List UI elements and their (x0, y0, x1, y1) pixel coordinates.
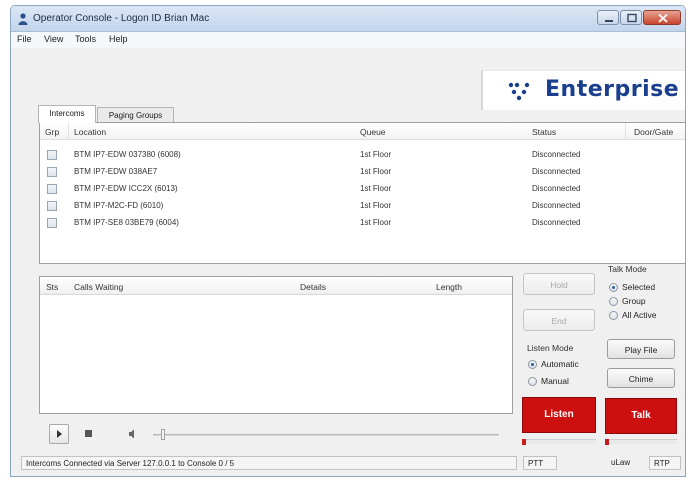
column-header-details[interactable]: Details (300, 282, 326, 292)
grp-checkbox[interactable] (47, 167, 57, 177)
location-cell: BTM IP7-EDW 038AE7 (74, 167, 158, 176)
column-header-grp[interactable]: Grp (45, 127, 59, 137)
listen-button[interactable]: Listen (522, 397, 596, 433)
talk-mode-group-label[interactable]: Group (622, 296, 646, 306)
menu-help[interactable]: Help (109, 34, 128, 44)
column-separator (625, 123, 626, 140)
queue-cell: 1st Floor (360, 218, 392, 227)
talk-button[interactable]: Talk (605, 398, 677, 434)
menu-bar: File View Tools Help (11, 32, 685, 48)
status-message: Intercoms Connected via Server 127.0.0.1… (21, 456, 517, 470)
talk-mode-selected-radio[interactable] (609, 283, 618, 292)
enterprise-logo: Enterprise (481, 70, 685, 110)
status-bar: Intercoms Connected via Server 127.0.0.1… (11, 454, 685, 472)
table-row[interactable]: BTM IP7-EDW 037380 (6008) 1st Floor Disc… (40, 147, 685, 164)
column-header-location[interactable]: Location (74, 127, 106, 137)
menu-view[interactable]: View (44, 34, 63, 44)
playback-slider-handle[interactable] (161, 429, 165, 440)
codec-indicator: uLaw (611, 458, 631, 467)
table-row[interactable]: BTM IP7-EDW ICC2X (6013) 1st Floor Disco… (40, 181, 685, 198)
status-cell: Disconnected (532, 150, 581, 159)
talk-level-indicator (605, 439, 609, 445)
title-bar[interactable]: Operator Console - Logon ID Brian Mac (11, 6, 685, 32)
media-controls (49, 424, 509, 450)
listen-mode-automatic-radio[interactable] (528, 360, 537, 369)
play-icon (57, 430, 62, 438)
queue-cell: 1st Floor (360, 150, 392, 159)
status-cell: Disconnected (532, 167, 581, 176)
column-header-calls-waiting[interactable]: Calls Waiting (74, 282, 123, 292)
status-cell: Disconnected (532, 218, 581, 227)
calls-table-header: Sts Calls Waiting Details Length (40, 277, 512, 295)
tab-paging-groups[interactable]: Paging Groups (97, 107, 174, 123)
grp-checkbox[interactable] (47, 218, 57, 228)
logo-mark-icon (508, 82, 530, 101)
close-icon (658, 13, 668, 23)
close-button[interactable] (643, 10, 681, 25)
location-cell: BTM IP7-EDW ICC2X (6013) (74, 184, 178, 193)
operator-console-window: Operator Console - Logon ID Brian Mac Fi… (10, 5, 686, 477)
status-cell: Disconnected (532, 184, 581, 193)
column-header-status[interactable]: Status (532, 127, 556, 137)
grp-checkbox[interactable] (47, 201, 57, 211)
queue-cell: 1st Floor (360, 184, 392, 193)
queue-cell: 1st Floor (360, 201, 392, 210)
listen-level-meter (522, 439, 596, 445)
play-button[interactable] (49, 424, 69, 444)
protocol-indicator: RTP (649, 456, 681, 470)
listen-level-indicator (522, 439, 526, 445)
talk-mode-group-radio[interactable] (609, 297, 618, 306)
intercoms-table-header: Grp Location Queue Status Door/Gate (40, 123, 685, 140)
column-header-queue[interactable]: Queue (360, 127, 386, 137)
hold-button[interactable]: Hold (523, 273, 595, 295)
status-cell: Disconnected (532, 201, 581, 210)
calls-waiting-list: Sts Calls Waiting Details Length (39, 276, 513, 414)
menu-tools[interactable]: Tools (75, 34, 96, 44)
grp-checkbox[interactable] (47, 150, 57, 160)
talk-mode-selected-label[interactable]: Selected (622, 282, 655, 292)
location-cell: BTM IP7-EDW 037380 (6008) (74, 150, 181, 159)
talk-mode-all-active-label[interactable]: All Active (622, 310, 657, 320)
intercoms-table: Grp Location Queue Status Door/Gate BTM … (39, 122, 685, 264)
location-cell: BTM IP7-SE8 03BE79 (6004) (74, 218, 179, 227)
listen-mode-manual-label[interactable]: Manual (541, 376, 569, 386)
talk-mode-label: Talk Mode (608, 264, 647, 274)
listen-mode-label: Listen Mode (527, 343, 574, 353)
listen-mode-manual-radio[interactable] (528, 377, 537, 386)
window-title: Operator Console - Logon ID Brian Mac (33, 13, 210, 24)
table-row[interactable]: BTM IP7-EDW 038AE7 1st Floor Disconnecte… (40, 164, 685, 181)
talk-level-meter (605, 439, 677, 445)
minimize-icon (605, 20, 613, 22)
talk-mode-all-active-radio[interactable] (609, 311, 618, 320)
logo-text: Enterprise (545, 77, 680, 102)
column-header-sts[interactable]: Sts (46, 282, 58, 292)
ptt-indicator: PTT (523, 456, 557, 470)
table-row[interactable]: BTM IP7-M2C-FD (6010) 1st Floor Disconne… (40, 198, 685, 215)
listen-mode-automatic-label[interactable]: Automatic (541, 359, 579, 369)
playback-track[interactable] (153, 434, 499, 436)
play-file-button[interactable]: Play File (607, 339, 675, 359)
maximize-button[interactable] (620, 10, 642, 25)
grp-checkbox[interactable] (47, 184, 57, 194)
maximize-icon (627, 13, 637, 23)
chime-button[interactable]: Chime (607, 368, 675, 388)
location-cell: BTM IP7-M2C-FD (6010) (74, 201, 164, 210)
user-icon (18, 13, 28, 25)
menu-file[interactable]: File (17, 34, 32, 44)
column-header-length[interactable]: Length (436, 282, 462, 292)
stop-icon[interactable] (83, 428, 95, 440)
table-row[interactable]: BTM IP7-SE8 03BE79 (6004) 1st Floor Disc… (40, 215, 685, 232)
column-separator (68, 123, 69, 140)
tab-intercoms[interactable]: Intercoms (38, 105, 96, 123)
queue-cell: 1st Floor (360, 167, 392, 176)
end-button[interactable]: End (523, 309, 595, 331)
minimize-button[interactable] (597, 10, 619, 25)
volume-icon (129, 429, 134, 439)
column-header-door-gate[interactable]: Door/Gate (634, 127, 673, 137)
